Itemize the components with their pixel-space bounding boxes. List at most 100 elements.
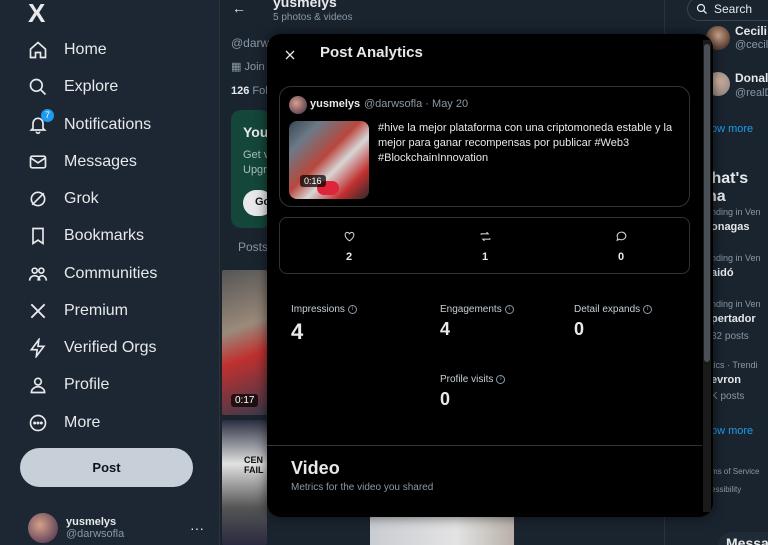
nav-item-more[interactable]: More: [28, 408, 100, 438]
nav-label-communities: Communities: [64, 265, 158, 282]
show-more-link[interactable]: ow more: [711, 425, 753, 437]
nav-label-messages: Messages: [64, 153, 137, 170]
nav-item-messages[interactable]: Messages: [28, 147, 137, 177]
nav-label-profile: Profile: [64, 376, 110, 393]
premium-text: Get v Upgr: [243, 148, 269, 178]
nav-item-profile[interactable]: Profile: [28, 370, 109, 400]
trend-name[interactable]: evron: [711, 374, 741, 386]
tweet-author-handle: @darwsofla: [364, 98, 423, 110]
reply-icon: [615, 231, 626, 242]
video-duration: 0:17: [231, 394, 259, 407]
suggestion-handle: @cecil: [735, 39, 768, 51]
reposts-stat: 1: [455, 230, 515, 263]
trend-context: nding in Ven: [711, 253, 761, 263]
post-button[interactable]: Post: [20, 448, 193, 487]
info-icon[interactable]: i: [496, 375, 506, 384]
trend-context: tics · Trendi: [711, 360, 758, 370]
suggestion-name[interactable]: Cecili: [735, 24, 767, 38]
nav-label-verified-orgs: Verified Orgs: [64, 339, 157, 356]
post-analytics-modal: Post Analytics yusmelys @darwsofla · May…: [267, 34, 713, 517]
thumbnail-caption: CEN FAIL: [244, 455, 264, 475]
thumbnail-caption-line: FAIL: [244, 465, 264, 475]
profile-joined: ▦ Join: [231, 60, 265, 73]
modal-scrollbar-thumb[interactable]: [704, 44, 710, 362]
account-switcher[interactable]: yusmelys @darwsofla: [28, 513, 124, 543]
media-thumbnail[interactable]: [222, 420, 267, 545]
close-icon[interactable]: [279, 44, 301, 66]
nav-item-explore[interactable]: Explore: [28, 72, 118, 102]
trend-name[interactable]: onagas: [711, 221, 750, 233]
account-more-icon[interactable]: ···: [190, 520, 204, 536]
home-icon: [28, 40, 48, 60]
metric-label-text: Profile visits: [440, 374, 494, 385]
x-logo-icon[interactable]: X: [28, 0, 45, 29]
account-name: yusmelys: [66, 516, 117, 528]
nav-item-verified-orgs[interactable]: Verified Orgs: [28, 333, 156, 363]
engagement-stats: 2 1 0: [279, 217, 690, 274]
messages-drawer[interactable]: Messa: [718, 532, 768, 545]
search-icon: [28, 77, 48, 97]
section-divider: [267, 445, 702, 446]
metric-impressions-value: 4: [291, 319, 304, 344]
video-duration: 0:16: [300, 175, 326, 187]
nav-item-home[interactable]: Home: [28, 35, 107, 65]
nav-label-grok: Grok: [64, 190, 99, 207]
search-input[interactable]: Search: [687, 0, 768, 21]
bookmark-icon: [28, 226, 48, 246]
bolt-icon: [28, 338, 48, 358]
back-arrow-icon[interactable]: ←: [232, 0, 246, 16]
x-icon: [28, 301, 48, 321]
trend-count: 82 posts: [711, 331, 749, 342]
nav-label-premium: Premium: [64, 302, 129, 319]
person-icon: [28, 375, 48, 395]
nav-label-home: Home: [64, 41, 107, 58]
info-icon[interactable]: i: [504, 305, 514, 314]
nav-item-notifications[interactable]: 7 Notifications: [28, 109, 152, 140]
nav-label-bookmarks: Bookmarks: [64, 227, 145, 244]
nav-item-grok[interactable]: Grok: [28, 184, 99, 214]
nav-label-notifications: Notifications: [64, 116, 152, 133]
video-section-title: Video: [291, 458, 340, 478]
trend-name[interactable]: aidó: [711, 267, 734, 279]
footer-link[interactable]: essibility: [711, 485, 741, 494]
tweet-preview[interactable]: yusmelys @darwsofla · May 20 #hive la me…: [279, 86, 690, 207]
metric-label-text: Impressions: [291, 304, 345, 315]
metric-label-text: Engagements: [440, 304, 502, 315]
mail-icon: [28, 152, 48, 172]
following-count: 126: [231, 85, 250, 97]
video-section-subtitle: Metrics for the video you shared: [291, 482, 434, 493]
trend-context: nding in Ven: [711, 299, 761, 309]
suggestion-name[interactable]: Donal: [735, 71, 768, 85]
tab-posts[interactable]: Posts: [238, 240, 268, 254]
media-thumbnail[interactable]: [370, 517, 514, 545]
nav-item-bookmarks[interactable]: Bookmarks: [28, 221, 144, 251]
tweet-date: May 20: [432, 98, 469, 110]
repost-icon: [480, 231, 490, 242]
tweet-meta: @darwsofla · May 20: [364, 98, 469, 110]
show-more-link[interactable]: ow more: [711, 123, 753, 135]
following-label: Fol: [252, 85, 268, 97]
profile-following[interactable]: 126 Fol: [231, 85, 268, 97]
search-placeholder: Search: [714, 2, 753, 16]
grok-icon: [28, 189, 48, 209]
metric-detail-expands-label: Detail expands i: [574, 304, 653, 315]
account-handle: @darwsofla: [66, 528, 125, 540]
likes-stat: 2: [319, 230, 379, 263]
left-sidebar: X Home Explore 7 Notifications Messages …: [0, 0, 220, 545]
nav-item-premium[interactable]: Premium: [28, 296, 128, 326]
metric-detail-expands-value: 0: [574, 319, 585, 339]
avatar: [289, 96, 307, 114]
profile-header-subtitle: 5 photos & videos: [273, 12, 353, 23]
metric-engagements-label: Engagements i: [440, 304, 514, 315]
replies-count: 0: [617, 251, 625, 263]
tweet-video-thumbnail[interactable]: [289, 121, 369, 199]
trend-name[interactable]: pertador: [711, 313, 756, 325]
nav-item-communities[interactable]: Communities: [28, 259, 157, 289]
info-icon[interactable]: i: [643, 305, 653, 314]
suggestion-handle: @realD: [735, 87, 768, 99]
footer-link[interactable]: ms of Service: [711, 467, 759, 476]
info-icon[interactable]: i: [347, 305, 357, 314]
heart-icon: [344, 231, 354, 242]
profile-header-name: yusmelys: [273, 0, 337, 10]
tweet-author-name: yusmelys: [310, 98, 361, 110]
